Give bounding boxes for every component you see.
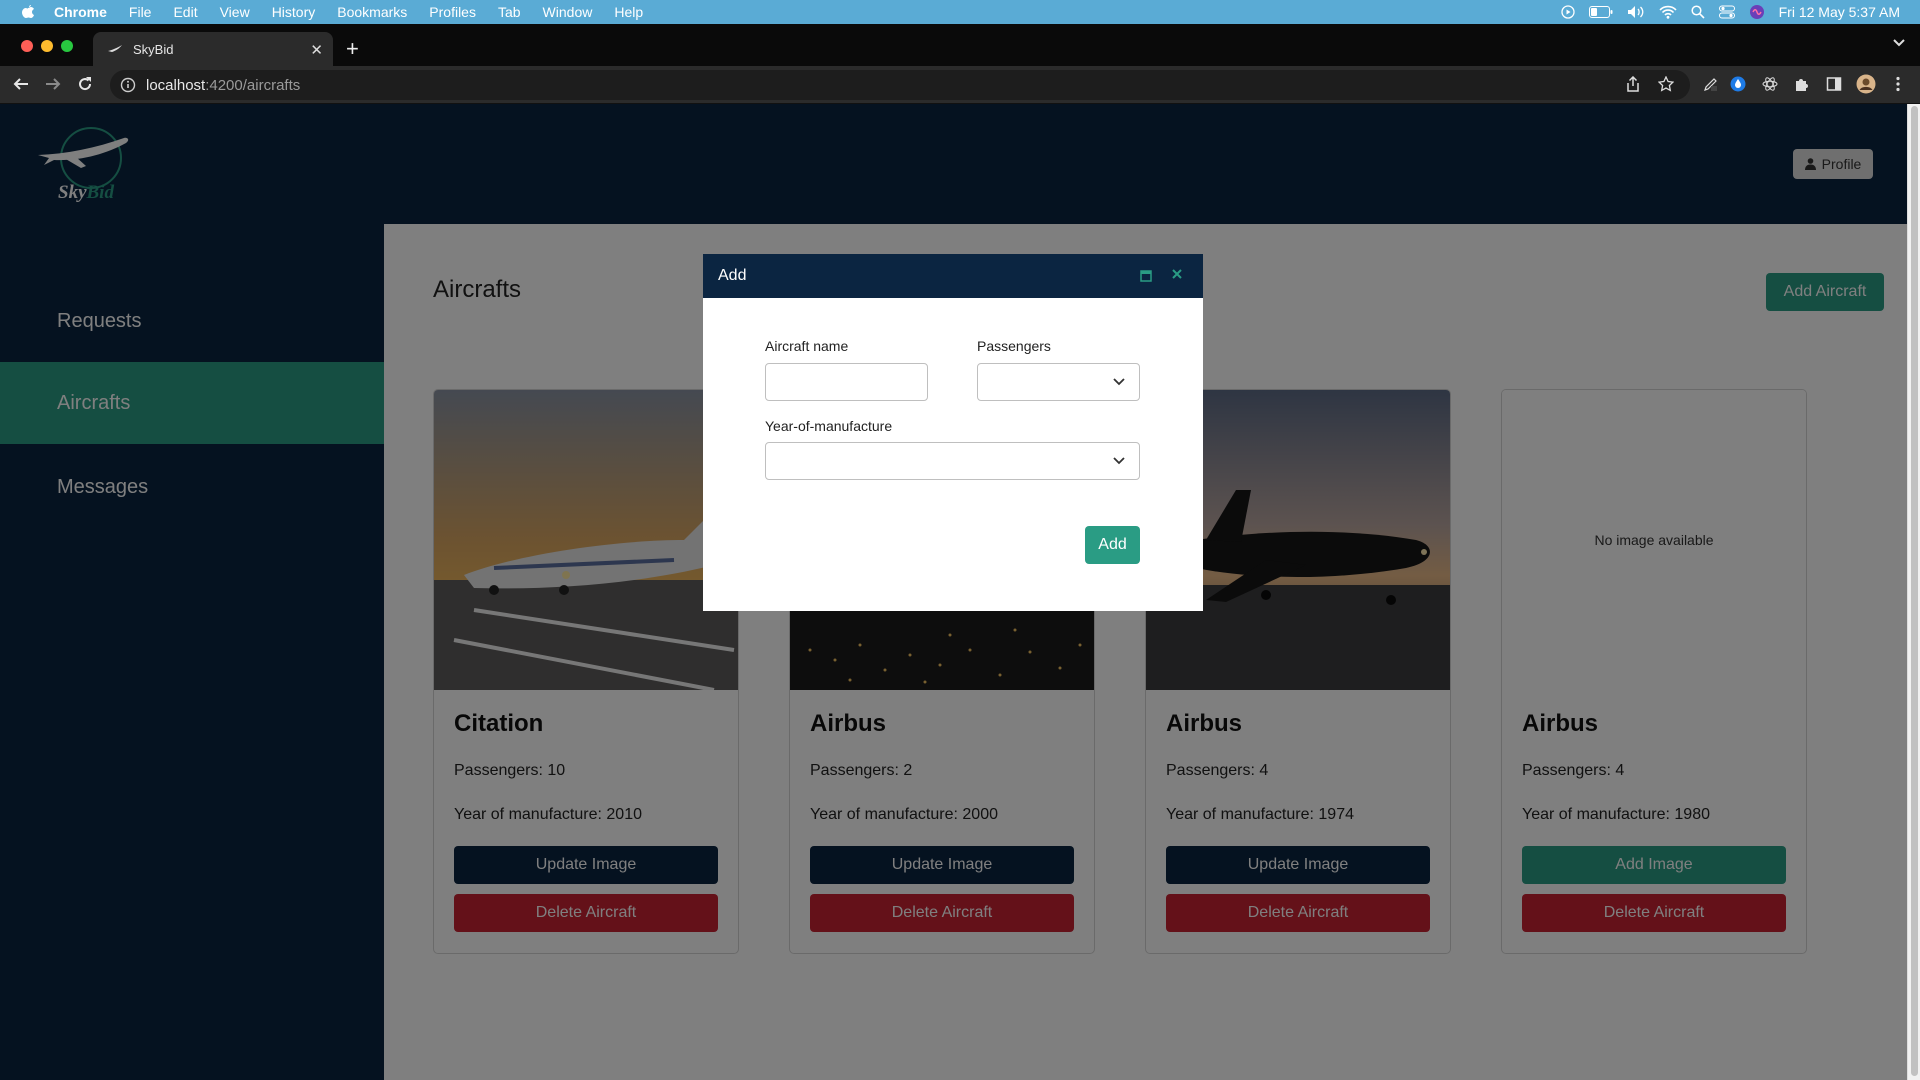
- url-path: :4200/aircrafts: [205, 76, 301, 94]
- site-info-icon[interactable]: [120, 77, 136, 93]
- macos-menu-bar: Chrome File Edit View History Bookmarks …: [0, 0, 1920, 24]
- forward-arrow-icon[interactable]: [45, 76, 61, 92]
- year-label: Year-of-manufacture: [765, 418, 893, 434]
- menu-profiles[interactable]: Profiles: [429, 4, 476, 20]
- tab-title: SkyBid: [133, 41, 174, 57]
- add-aircraft-dialog: Add Aircraft name Passengers Year-of-man…: [703, 254, 1203, 611]
- passengers-label: Passengers: [977, 338, 1051, 354]
- dialog-add-button[interactable]: Add: [1085, 526, 1140, 564]
- menu-history[interactable]: History: [272, 4, 316, 20]
- menu-window[interactable]: Window: [543, 4, 593, 20]
- extension-pen-icon[interactable]: [1703, 76, 1719, 92]
- year-of-manufacture-select[interactable]: [765, 442, 1140, 480]
- extensions-puzzle-icon[interactable]: [1794, 76, 1810, 92]
- menu-bookmarks[interactable]: Bookmarks: [337, 4, 407, 20]
- menu-edit[interactable]: Edit: [173, 4, 197, 20]
- tab-search-chevron-icon[interactable]: [1892, 38, 1906, 48]
- clock[interactable]: Fri 12 May 5:37 AM: [1779, 4, 1900, 20]
- status-area: Fri 12 May 5:37 AM: [1560, 0, 1900, 24]
- menu-help[interactable]: Help: [614, 4, 643, 20]
- scrollbar-thumb[interactable]: [1911, 106, 1918, 1076]
- dialog-title: Add: [718, 267, 747, 284]
- play-icon[interactable]: [1560, 5, 1575, 19]
- menu-view[interactable]: View: [220, 4, 250, 20]
- extension-atom-icon[interactable]: [1762, 76, 1778, 92]
- browser-tab[interactable]: SkyBid ✕: [93, 32, 333, 66]
- menu-file[interactable]: File: [129, 4, 152, 20]
- dialog-header: Add: [703, 254, 1203, 298]
- apple-logo-icon[interactable]: [20, 4, 36, 20]
- passengers-select[interactable]: [977, 363, 1140, 401]
- bookmark-star-icon[interactable]: [1658, 76, 1674, 92]
- back-arrow-icon[interactable]: [13, 76, 29, 92]
- aircraft-name-label: Aircraft name: [765, 338, 849, 354]
- volume-icon[interactable]: [1627, 5, 1645, 19]
- page-scrollbar[interactable]: [1907, 104, 1920, 1080]
- url-host: localhost: [146, 76, 206, 94]
- browser-tab-strip: SkyBid ✕ +: [0, 24, 1920, 66]
- wifi-icon[interactable]: [1659, 5, 1677, 19]
- menu-chrome[interactable]: Chrome: [54, 4, 107, 20]
- chevron-down-icon: [1113, 378, 1125, 386]
- siri-icon[interactable]: [1749, 4, 1765, 20]
- new-tab-button[interactable]: +: [346, 36, 359, 62]
- extension-drop-icon[interactable]: [1730, 76, 1746, 92]
- chrome-menu-icon[interactable]: [1896, 76, 1900, 92]
- side-panel-icon[interactable]: [1826, 76, 1842, 92]
- share-icon[interactable]: [1626, 76, 1640, 92]
- aircraft-name-input[interactable]: [765, 363, 928, 401]
- battery-icon[interactable]: [1588, 6, 1613, 18]
- close-icon[interactable]: [1170, 267, 1184, 281]
- browser-toolbar: localhost:4200/aircrafts: [0, 66, 1920, 104]
- menu-tab[interactable]: Tab: [498, 4, 521, 20]
- skybid-favicon-icon: [108, 45, 122, 52]
- maximize-window-button[interactable]: [61, 40, 73, 52]
- address-bar[interactable]: localhost:4200/aircrafts: [110, 70, 1690, 100]
- web-page: SkyBid Profile Requests Aircrafts Messag…: [0, 104, 1907, 1080]
- spotlight-search-icon[interactable]: [1691, 5, 1705, 19]
- profile-avatar-icon[interactable]: [1856, 74, 1876, 94]
- minimize-window-button[interactable]: [41, 40, 53, 52]
- maximize-icon[interactable]: [1140, 270, 1152, 282]
- close-window-button[interactable]: [21, 40, 33, 52]
- chevron-down-icon: [1113, 457, 1125, 465]
- reload-icon[interactable]: [77, 76, 93, 92]
- control-center-icon[interactable]: [1718, 5, 1735, 19]
- close-tab-icon[interactable]: ✕: [310, 41, 323, 59]
